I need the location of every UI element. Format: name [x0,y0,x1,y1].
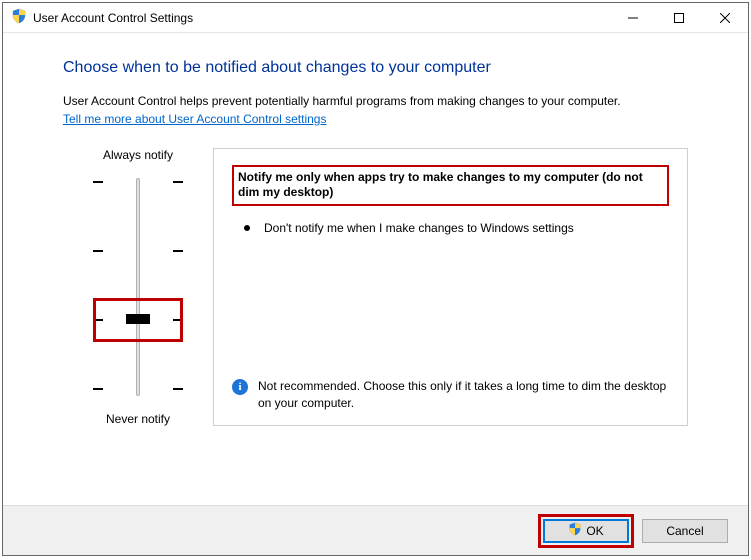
recommendation-text: Not recommended. Choose this only if it … [258,378,669,410]
info-icon: i [232,379,248,395]
content-area: Choose when to be notified about changes… [3,33,748,505]
list-item: Don't notify me when I make changes to W… [244,220,669,236]
slider-top-label: Always notify [103,148,173,162]
slider-thumb[interactable] [126,314,150,324]
recommendation-row: i Not recommended. Choose this only if i… [232,378,669,410]
annotation-highlight: OK [538,514,634,548]
slider-column: Always notify Never notify [63,148,213,426]
maximize-button[interactable] [656,3,702,32]
ok-button[interactable]: OK [543,519,629,543]
minimize-button[interactable] [610,3,656,32]
description-text: User Account Control helps prevent poten… [63,93,688,110]
button-bar: OK Cancel [3,505,748,555]
help-link[interactable]: Tell me more about User Account Control … [63,112,326,126]
ok-button-label: OK [586,524,603,538]
bullet-icon [244,225,250,231]
shield-icon [11,8,27,27]
slider-bottom-label: Never notify [106,412,170,426]
main-area: Always notify Never notify Notify me onl… [63,148,688,426]
level-heading: Notify me only when apps try to make cha… [232,165,669,206]
shield-icon [568,522,582,539]
main-instruction: Choose when to be notified about changes… [63,59,688,77]
titlebar: User Account Control Settings [3,3,748,33]
detail-panel: Notify me only when apps try to make cha… [213,148,688,426]
window-title: User Account Control Settings [33,11,610,25]
uac-settings-window: User Account Control Settings Choose whe… [2,2,749,556]
close-button[interactable] [702,3,748,32]
cancel-button[interactable]: Cancel [642,519,728,543]
notification-slider[interactable] [93,172,183,402]
cancel-button-label: Cancel [666,524,703,538]
window-controls [610,3,748,32]
bullet-text: Don't notify me when I make changes to W… [264,220,574,236]
slider-track [136,178,140,396]
